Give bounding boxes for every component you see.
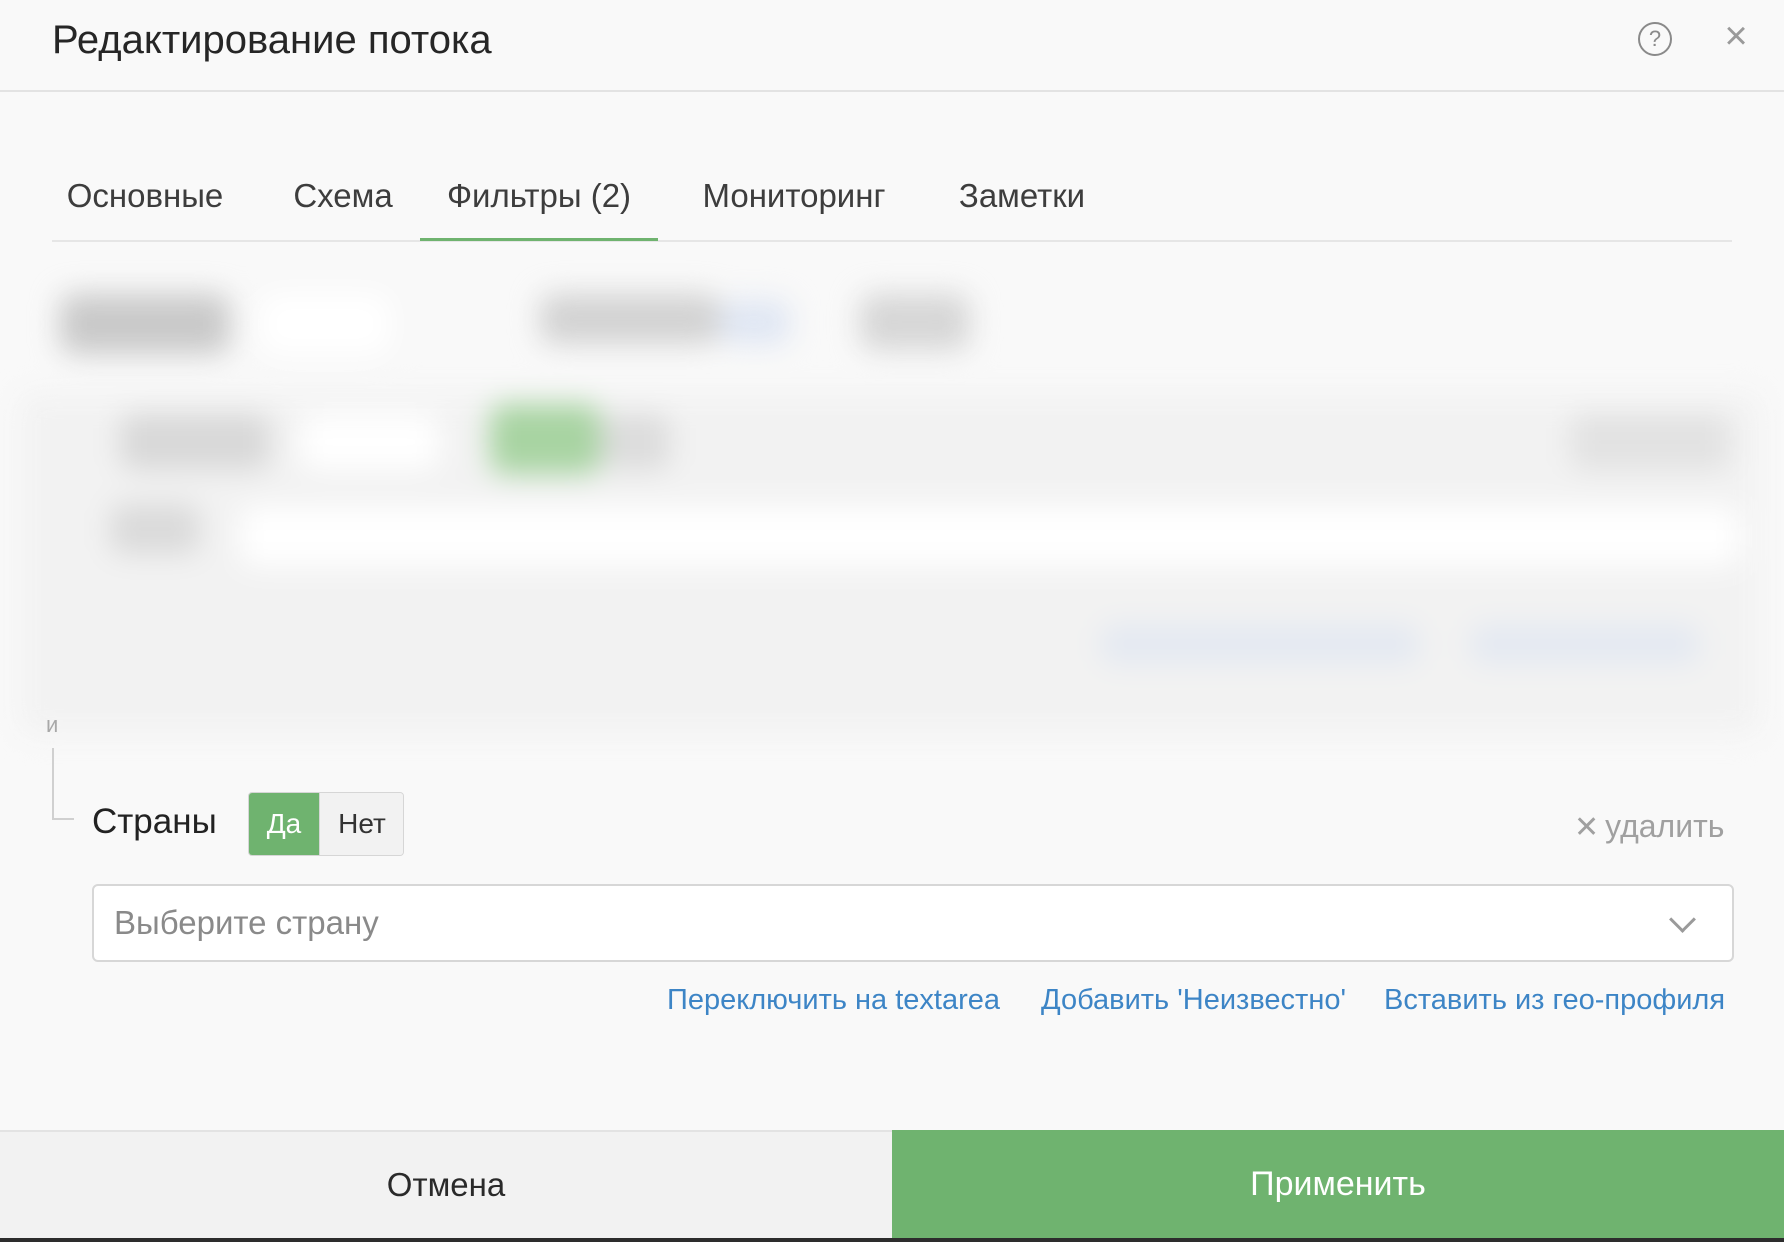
remove-icon: ✕: [1574, 811, 1600, 844]
help-icon[interactable]: ?: [1638, 22, 1672, 56]
apply-button[interactable]: Применить: [892, 1130, 1784, 1238]
remove-filter-label: удалить: [1605, 808, 1725, 844]
tab-scheme[interactable]: Схема: [264, 160, 422, 238]
country-select-placeholder: Выберите страну: [114, 904, 379, 941]
insert-from-geo-profile-link[interactable]: Вставить из гео-профиля: [1384, 980, 1725, 1020]
and-connector: и: [46, 712, 59, 737]
tab-bar: Основные Схема Фильтры (2) Мониторинг За…: [52, 160, 1732, 242]
tab-filters[interactable]: Фильтры (2): [420, 160, 658, 241]
modal-footer: Отмена Применить: [0, 1130, 1784, 1240]
close-icon[interactable]: ×: [1718, 16, 1754, 56]
tab-monitoring[interactable]: Мониторинг: [682, 160, 906, 238]
country-select[interactable]: Выберите страну: [92, 884, 1734, 962]
toggle-yes-button[interactable]: Да: [249, 793, 319, 855]
chevron-down-icon: [1669, 906, 1696, 933]
countries-filter-label: Страны: [92, 802, 217, 841]
edit-stream-modal: Редактирование потока ? × Основные Схема…: [0, 0, 1784, 1242]
switch-to-textarea-link[interactable]: Переключить на textarea: [667, 980, 1000, 1020]
tab-notes[interactable]: Заметки: [930, 160, 1114, 238]
modal-header: Редактирование потока ? ×: [0, 0, 1784, 92]
cancel-button[interactable]: Отмена: [0, 1130, 892, 1240]
include-exclude-toggle: Да Нет: [248, 792, 404, 856]
page-title: Редактирование потока: [52, 18, 492, 62]
background-page-strip: [0, 1238, 1784, 1242]
blurred-filter-block: [0, 244, 1784, 734]
toggle-no-button[interactable]: Нет: [319, 793, 403, 855]
remove-filter-link[interactable]: ✕ удалить: [1574, 806, 1724, 848]
tree-connector-line: [52, 748, 74, 820]
tab-main[interactable]: Основные: [52, 160, 238, 238]
add-unknown-link[interactable]: Добавить 'Неизвестно': [1041, 980, 1346, 1020]
